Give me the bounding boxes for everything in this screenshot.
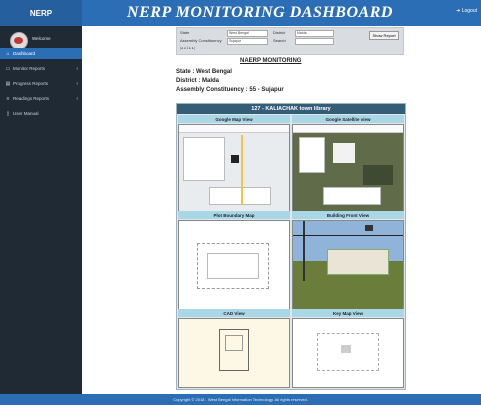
cad-image[interactable] — [178, 318, 290, 388]
plot-boundary-image[interactable] — [178, 220, 290, 310]
chevron-right-icon: ‹ — [76, 80, 78, 87]
chevron-right-icon: ‹ — [76, 95, 78, 102]
building-front-image[interactable] — [292, 220, 404, 310]
sidebar-item-label: User Manual — [13, 111, 39, 116]
report-panel: 127 - KALIACHAK town library Google Map … — [176, 103, 406, 390]
search-label: Search — [273, 38, 286, 43]
district-label: District — [273, 30, 286, 35]
state-label: State — [180, 30, 190, 35]
state-select[interactable]: West Bengal — [227, 30, 268, 37]
google-map-image[interactable] — [178, 124, 290, 212]
caption-building-front: Building Front View — [292, 211, 404, 219]
constituency-select[interactable]: Sujapur — [227, 38, 268, 45]
satellite-image[interactable] — [292, 124, 404, 212]
sidebar-item-label: Progress Reports — [13, 81, 49, 86]
welcome-text: Welcome — [32, 36, 51, 41]
footer: Copyright © 2018 - West Bengal Informati… — [0, 394, 481, 405]
profile-block: Welcome — [4, 30, 82, 50]
home-icon: ⌂ — [6, 50, 10, 57]
sidebar-item-label: Readings Reports — [13, 96, 50, 101]
district-select[interactable]: Malda — [295, 30, 334, 37]
sidebar-item-user-manual[interactable]: ▯ User Manual — [0, 108, 82, 119]
sidebar-item-progress-reports[interactable]: ▤ Progress Reports ‹ — [0, 78, 82, 89]
caption-google-map: Google Map View — [178, 115, 290, 123]
district-info: District : Malda — [176, 78, 220, 84]
constituency-label: Assembly Constituency — [180, 38, 222, 43]
caption-plot-boundary: Plot Boundary Map — [178, 211, 290, 219]
sidebar-item-readings-reports[interactable]: ≡ Readings Reports ‹ — [0, 93, 82, 104]
sidebar-item-label: Dashboard — [13, 51, 36, 56]
filter-panel: State West Bengal District Malda Assembl… — [176, 27, 404, 55]
sidebar-item-monitor-reports[interactable]: ▭ Monitor Reports ‹ — [0, 63, 82, 74]
monitor-icon: ▭ — [5, 65, 11, 72]
constituency-info: Assembly Constituency : 55 - Sujapur — [176, 87, 284, 93]
key-map-image[interactable] — [292, 318, 404, 388]
chart-icon: ▤ — [5, 80, 11, 87]
show-report-button[interactable]: Show Report — [369, 31, 399, 40]
caption-cad: CAD View — [178, 309, 290, 317]
list-icon: ≡ — [6, 95, 10, 102]
brand-label: NERP — [0, 0, 82, 26]
chevron-right-icon: ‹ — [76, 65, 78, 72]
page-title: NERP MONITORING DASHBOARD — [127, 4, 393, 21]
logout-link[interactable]: ➜ Logout — [456, 8, 477, 14]
sidebar-item-dashboard[interactable]: ⌂ Dashboard — [0, 48, 82, 59]
sidebar-item-label: Monitor Reports — [13, 66, 46, 71]
panel-title: 127 - KALIACHAK town library — [177, 104, 405, 114]
pager-controls[interactable]: |◂ ◂ 1 ▸ ▸| — [180, 46, 195, 50]
sidebar: Welcome ⌂ Dashboard ▭ Monitor Reports ‹ … — [0, 26, 82, 394]
caption-satellite: Google Satellite view — [292, 115, 404, 123]
report-heading: NAERP MONITORING — [240, 58, 302, 64]
state-info: State : West Bengal — [176, 69, 232, 75]
search-input[interactable] — [295, 38, 334, 45]
book-icon: ▯ — [6, 110, 10, 117]
top-bar: NERP NERP MONITORING DASHBOARD ➜ Logout — [0, 0, 481, 26]
caption-key-map: Key Map View — [292, 309, 404, 317]
